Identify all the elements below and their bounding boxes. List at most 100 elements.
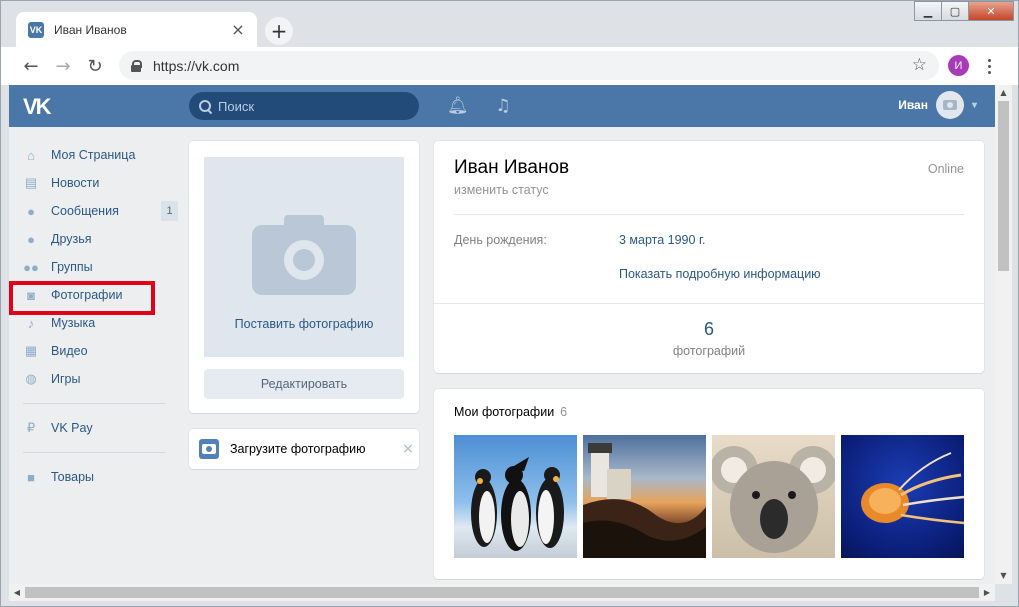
photo-grid <box>454 435 964 558</box>
message-icon: ● <box>27 203 35 219</box>
upload-photo-card[interactable]: Загрузите фотографию × <box>189 429 419 469</box>
camera-icon: ◙ <box>27 287 35 303</box>
menu-item-label: Сообщения <box>51 204 119 218</box>
photo-count-label: фотографий <box>672 344 746 358</box>
upload-photo-label: Загрузите фотографию <box>230 442 366 456</box>
menu-item-groups[interactable]: ●● Группы <box>9 253 179 281</box>
divider <box>454 214 964 215</box>
photo-thumbnail-penguins[interactable] <box>454 435 577 558</box>
tab-strip: VK Иван Иванов × + ▁ ▢ ✕ <box>1 1 1018 47</box>
menu-item-video[interactable]: ▦ Видео <box>9 337 179 365</box>
tab-close-icon[interactable]: × <box>229 20 247 39</box>
menu-item-label: Товары <box>51 470 94 484</box>
change-status-link[interactable]: изменить статус <box>454 183 549 197</box>
search-input[interactable] <box>218 98 408 114</box>
music-icon: ♪ <box>27 315 35 331</box>
photo-counter[interactable]: 6 фотографий <box>434 319 984 358</box>
url-text[interactable]: https://vk.com <box>153 58 239 74</box>
browser-tab[interactable]: VK Иван Иванов × <box>16 12 257 47</box>
browser-menu-icon[interactable] <box>981 53 997 79</box>
menu-item-label: Группы <box>51 260 93 274</box>
tab-title: Иван Иванов <box>54 22 127 37</box>
scroll-down-icon[interactable]: ▼ <box>995 568 1012 584</box>
menu-item-news[interactable]: ▤ Новости <box>9 169 179 197</box>
photo-placeholder[interactable]: Поставить фотографию <box>204 157 404 357</box>
menu-item-label: Музыка <box>51 316 96 330</box>
menu-item-label: Видео <box>51 344 88 358</box>
online-status: Online <box>927 162 964 176</box>
photo-thumbnail-koala[interactable] <box>712 435 835 558</box>
menu-item-messages[interactable]: ● Сообщения 1 <box>9 197 179 225</box>
bell-icon[interactable]: 🔔︎ <box>447 96 469 116</box>
scroll-up-icon[interactable]: ▲ <box>995 85 1012 101</box>
chevron-down-icon: ▾ <box>971 99 977 111</box>
browser-toolbar: ← → ↻ https://vk.com ☆ И <box>1 47 1018 85</box>
camera-icon <box>199 439 219 459</box>
scroll-thumb[interactable] <box>25 587 979 598</box>
maximize-button[interactable]: ▢ <box>941 1 969 21</box>
vertical-scrollbar[interactable]: ▲ ▼ <box>995 85 1012 584</box>
new-tab-button[interactable]: + <box>265 17 293 45</box>
horizontal-scrollbar[interactable]: ◀ ▶ <box>9 584 995 601</box>
menu-item-vk-pay[interactable]: ₽ VK Pay <box>9 414 179 442</box>
search-icon <box>199 100 211 112</box>
my-photos-count: 6 <box>560 405 568 419</box>
music-note-icon[interactable]: ♫ <box>493 96 513 116</box>
photo-thumbnail-lighthouse[interactable] <box>583 435 706 558</box>
menu-item-my-page[interactable]: ⌂ Моя Страница <box>9 141 179 169</box>
profile-name: Иван Иванов <box>454 157 570 178</box>
profile-avatar[interactable]: И <box>948 55 969 76</box>
set-photo-link[interactable]: Поставить фотографию <box>235 317 374 331</box>
bag-icon: ■ <box>27 469 35 485</box>
search-box[interactable] <box>189 92 419 120</box>
messages-badge: 1 <box>161 201 178 221</box>
scroll-left-icon[interactable]: ◀ <box>9 584 25 601</box>
my-photos-title[interactable]: Мои фотографии 6 <box>454 405 567 419</box>
menu-item-label: Фотографии <box>51 288 123 302</box>
menu-item-goods[interactable]: ■ Товары <box>9 463 179 491</box>
menu-item-music[interactable]: ♪ Музыка <box>9 309 179 337</box>
menu-item-label: Друзья <box>51 232 92 246</box>
birthday-label: День рождения: <box>454 233 547 247</box>
scroll-right-icon[interactable]: ▶ <box>979 584 995 601</box>
back-arrow-icon[interactable]: ← <box>15 50 47 82</box>
camera-icon <box>252 215 356 295</box>
bookmark-star-icon[interactable]: ☆ <box>912 55 927 75</box>
menu-item-label: Игры <box>51 372 81 386</box>
news-icon: ▤ <box>24 175 38 190</box>
menu-item-label: Моя Страница <box>51 148 136 162</box>
menu-item-friends[interactable]: ● Друзья <box>9 225 179 253</box>
my-photos-title-text: Мои фотографии <box>454 405 555 419</box>
camera-icon <box>942 100 957 110</box>
forward-arrow-icon[interactable]: → <box>47 50 79 82</box>
vk-favicon-icon: VK <box>28 21 44 38</box>
menu-item-games[interactable]: ◍ Игры <box>9 365 179 393</box>
user-menu[interactable]: Иван ▾ <box>898 91 977 119</box>
reload-icon[interactable]: ↻ <box>79 50 111 82</box>
address-bar[interactable]: https://vk.com ☆ <box>119 51 939 80</box>
ruble-icon: ₽ <box>26 420 36 435</box>
profile-photo-card: Поставить фотографию Редактировать <box>189 141 419 413</box>
left-menu: ⌂ Моя Страница ▤ Новости ● Сообщения 1 ● Друз… <box>9 141 179 491</box>
menu-divider <box>23 452 165 453</box>
scroll-thumb[interactable] <box>998 101 1009 271</box>
birthday-value[interactable]: 3 марта 1990 г. <box>619 233 705 247</box>
film-icon: ▦ <box>24 343 38 358</box>
gamepad-icon: ◍ <box>25 371 37 386</box>
minimize-button[interactable]: ▁ <box>914 1 942 21</box>
person-icon: ● <box>27 231 35 247</box>
photo-count-number: 6 <box>703 319 714 339</box>
edit-button[interactable]: Редактировать <box>204 369 404 399</box>
lock-icon <box>131 59 142 72</box>
my-photos-card: Мои фотографии 6 <box>434 389 984 579</box>
menu-item-photos[interactable]: ◙ Фотографии <box>9 281 179 309</box>
vk-header: VK 🔔︎ ♫ Иван ▾ <box>9 85 995 127</box>
close-window-button[interactable]: ✕ <box>968 1 1014 21</box>
close-icon[interactable]: × <box>397 441 419 457</box>
group-icon: ●● <box>23 259 39 275</box>
menu-divider <box>23 403 165 404</box>
page-viewport: VK 🔔︎ ♫ Иван ▾ ⌂ Моя Страница ▤ Новости ● С… <box>9 85 995 584</box>
show-details-link[interactable]: Показать подробную информацию <box>619 267 821 281</box>
photo-thumbnail-jellyfish[interactable] <box>841 435 964 558</box>
vk-logo[interactable]: VK <box>23 94 57 119</box>
